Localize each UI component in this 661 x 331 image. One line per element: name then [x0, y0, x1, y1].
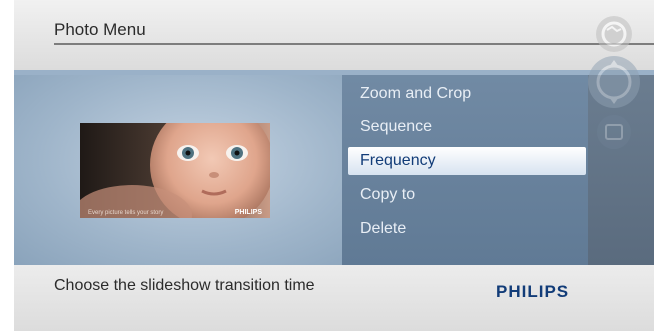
- footer-bar: Choose the slideshow transition time PHI…: [14, 265, 654, 331]
- page-title: Photo Menu: [54, 20, 146, 39]
- header-divider: [54, 43, 654, 45]
- philips-logo: PHILIPS: [496, 282, 570, 301]
- globe-icon[interactable]: [596, 16, 632, 52]
- menu-item-delete[interactable]: Delete: [348, 215, 586, 243]
- baby-photo: [80, 123, 270, 218]
- back-icon[interactable]: [597, 115, 631, 149]
- navigation-dial-icon[interactable]: [588, 56, 640, 108]
- menu-item-frequency[interactable]: Frequency: [348, 147, 586, 175]
- photo-brand: PHILIPS: [234, 209, 262, 216]
- header-bar: Photo Menu: [14, 0, 654, 70]
- menu-item-sequence[interactable]: Sequence: [348, 113, 586, 141]
- photo-caption: Every picture tells your story: [88, 210, 164, 216]
- control-icons: [588, 16, 640, 149]
- photo-thumbnail[interactable]: Every picture tells your story PHILIPS: [80, 123, 270, 218]
- menu-item-copy-to[interactable]: Copy to: [348, 181, 586, 209]
- menu-item-zoom-and-crop[interactable]: Zoom and Crop: [348, 80, 586, 108]
- device-screen: Photo Menu Every picture tells your stor…: [14, 0, 654, 331]
- hint-text: Choose the slideshow transition time: [54, 277, 315, 294]
